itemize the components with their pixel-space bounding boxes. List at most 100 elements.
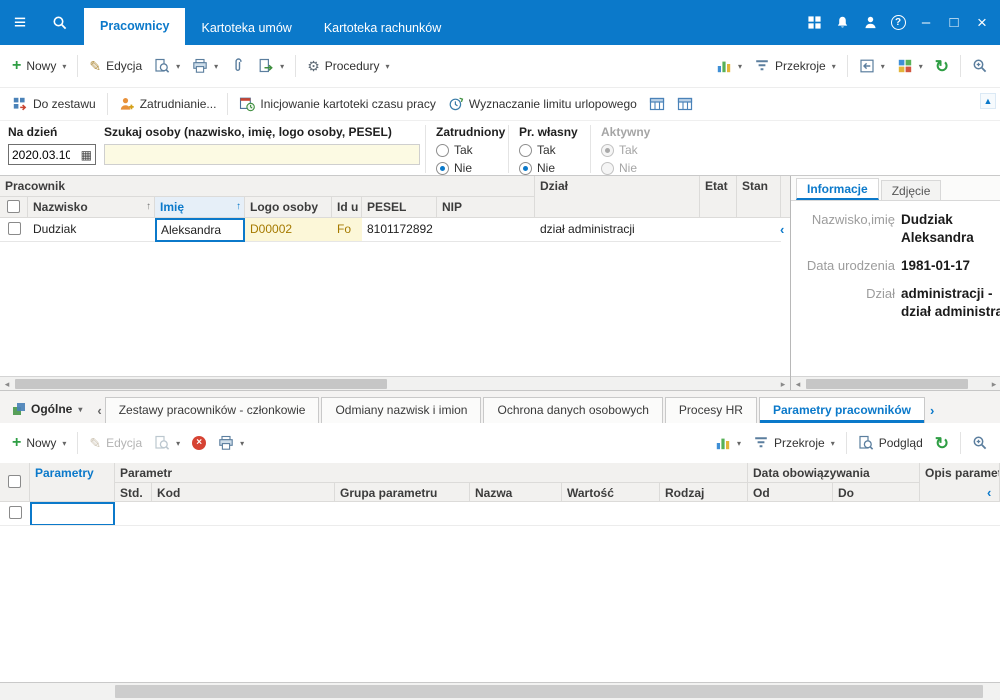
column-header-grupa[interactable]: Grupa parametru <box>335 483 470 502</box>
tab-kartoteka-rachunkow[interactable]: Kartoteka rachunków <box>308 12 457 45</box>
zatrudniony-nie-radio[interactable]: Nie <box>436 161 507 175</box>
limit-table-button[interactable] <box>671 92 699 116</box>
select-all-checkbox[interactable] <box>0 197 28 218</box>
tab-kartoteka-umow[interactable]: Kartoteka umów <box>185 12 307 45</box>
minimize-button[interactable]: – <box>912 0 940 45</box>
column-header-imie[interactable]: Imię ↑ <box>155 197 245 218</box>
zatrudnianie-button[interactable]: Zatrudnianie... <box>113 92 223 116</box>
pr-wlasny-tak-radio[interactable]: Tak <box>519 143 588 157</box>
column-header-rodzaj[interactable]: Rodzaj <box>660 483 748 502</box>
group-header-data-obowiazywania[interactable]: Data obowiązywania <box>748 463 920 483</box>
collapse-info-panel-button[interactable]: ‹ <box>780 223 784 236</box>
cell-imie-selected[interactable]: Aleksandra <box>155 218 245 242</box>
tab-informacje[interactable]: Informacje <box>796 178 879 200</box>
scrollbar-thumb[interactable] <box>15 379 387 389</box>
collapse-side-panel-button[interactable]: ‹ <box>987 486 991 499</box>
cell-pesel[interactable]: 8101172892 <box>362 218 437 242</box>
grid-settings-button[interactable]: ▾ <box>891 54 929 78</box>
cell-nazwisko[interactable]: Dudziak <box>28 218 155 242</box>
preview-button[interactable]: ▾ <box>148 54 186 78</box>
scroll-right-icon[interactable]: ▸ <box>987 378 1000 390</box>
column-header-logo[interactable]: Logo osoby <box>245 197 332 218</box>
info-panel-hscrollbar[interactable]: ◂ ▸ <box>791 376 1000 390</box>
cell-dzial[interactable]: dział administracji <box>535 218 781 242</box>
tab-procesy-hr[interactable]: Procesy HR <box>664 397 757 423</box>
column-header-etat[interactable]: Etat <box>700 176 737 218</box>
views-button[interactable]: Przekroje ▾ <box>748 54 842 78</box>
menu-button[interactable]: ≡ <box>0 0 40 45</box>
pr-wlasny-nie-radio[interactable]: Nie <box>519 161 588 175</box>
new-button[interactable]: + Nowy ▾ <box>6 54 72 78</box>
apps-grid-button[interactable] <box>800 0 828 45</box>
select-all-checkbox[interactable] <box>0 463 30 502</box>
aktywny-nie-radio[interactable]: Nie <box>601 161 668 175</box>
date-input[interactable]: ▦ <box>8 144 96 165</box>
podglad-button[interactable]: Podgląd <box>852 431 929 455</box>
do-zestawu-button[interactable]: Do zestawu <box>6 92 102 116</box>
edit-button[interactable]: ✎ Edycja <box>83 55 148 77</box>
column-header-nazwa[interactable]: Nazwa <box>470 483 562 502</box>
attachments-button[interactable] <box>224 54 252 78</box>
print-button[interactable]: ▾ <box>186 54 224 78</box>
scrollbar-thumb[interactable] <box>806 379 968 389</box>
group-header-pracownik[interactable]: Pracownik <box>0 176 535 197</box>
scrollbar-thumb[interactable] <box>115 685 983 698</box>
dock-panel-button[interactable]: ▾ <box>853 54 891 78</box>
tabs-scroll-right-button[interactable]: › <box>927 403 937 423</box>
column-header-wartosc[interactable]: Wartość <box>562 483 660 502</box>
column-header-do[interactable]: Do <box>833 483 920 502</box>
notifications-button[interactable] <box>828 0 856 45</box>
maximize-button[interactable]: □ <box>940 0 968 45</box>
aktywny-tak-radio[interactable]: Tak <box>601 143 668 157</box>
cell-parametry-selected[interactable] <box>30 502 115 526</box>
grid-hscrollbar[interactable]: ◂ ▸ <box>0 376 790 390</box>
column-header-stan[interactable]: Stan <box>737 176 781 218</box>
inicjowanie-button[interactable]: Inicjowanie kartoteki czasu pracy <box>233 92 441 116</box>
column-header-od[interactable]: Od <box>748 483 833 502</box>
new-param-button[interactable]: + Nowy ▾ <box>6 431 72 455</box>
export-button[interactable]: ▾ <box>252 54 290 78</box>
tab-zdjecie[interactable]: Zdjęcie <box>880 180 942 200</box>
close-button[interactable]: × <box>968 0 996 45</box>
ogolne-dropdown-button[interactable]: Ogólne ▾ <box>4 398 90 420</box>
bottom-hscrollbar[interactable] <box>0 682 1000 700</box>
scroll-left-icon[interactable]: ◂ <box>0 378 14 390</box>
cell-logo[interactable]: D00002 <box>245 218 332 242</box>
procedures-button[interactable]: ⚙ Procedury ▾ <box>301 55 395 77</box>
print-param-button[interactable]: ▾ <box>212 431 250 455</box>
scroll-left-icon[interactable]: ◂ <box>791 378 805 390</box>
scroll-right-icon[interactable]: ▸ <box>776 378 790 390</box>
help-button[interactable]: ? <box>884 0 912 45</box>
column-header-nazwisko[interactable]: Nazwisko ↑ <box>28 197 155 218</box>
tab-pracownicy[interactable]: Pracownicy <box>84 8 186 45</box>
date-input-field[interactable] <box>9 147 73 162</box>
refresh-param-button[interactable]: ↻ <box>929 431 955 456</box>
zatrudniony-tak-radio[interactable]: Tak <box>436 143 507 157</box>
column-header-nip[interactable]: NIP <box>437 197 535 218</box>
search-person-input[interactable] <box>104 144 420 165</box>
advanced-search-button[interactable] <box>966 54 994 78</box>
column-header-std[interactable]: Std. <box>115 483 152 502</box>
column-header-dzial[interactable]: Dział <box>535 176 700 218</box>
refresh-button[interactable]: ↻ <box>929 54 955 79</box>
advanced-search-param-button[interactable] <box>966 431 994 455</box>
calendar-icon[interactable]: ▦ <box>81 148 92 162</box>
column-header-kod[interactable]: Kod <box>152 483 335 502</box>
column-header-pesel[interactable]: PESEL <box>362 197 437 218</box>
group-header-parametr[interactable]: Parametr <box>115 463 748 483</box>
row-checkbox[interactable] <box>0 218 28 242</box>
wyznaczanie-button[interactable]: Wyznaczanie limitu urlopowego <box>442 92 643 116</box>
cell-nip[interactable] <box>437 218 535 242</box>
panel-scroll-up-button[interactable]: ▲ <box>980 93 996 109</box>
column-header-parametry[interactable]: Parametry <box>30 463 115 502</box>
preview-param-button[interactable]: ▾ <box>148 431 186 455</box>
tabs-scroll-left-button[interactable]: ‹ <box>94 403 104 423</box>
tab-parametry-pracownikow[interactable]: Parametry pracowników <box>758 397 925 423</box>
edit-param-button[interactable]: ✎ Edycja <box>83 432 148 454</box>
delete-param-button[interactable]: × <box>186 432 212 454</box>
user-button[interactable] <box>856 0 884 45</box>
row-checkbox[interactable] <box>0 502 30 526</box>
global-search-button[interactable] <box>40 0 80 45</box>
tab-zestawy-pracownikow[interactable]: Zestawy pracowników - członkowie <box>104 397 320 423</box>
chart-button[interactable]: ▾ <box>710 54 748 78</box>
